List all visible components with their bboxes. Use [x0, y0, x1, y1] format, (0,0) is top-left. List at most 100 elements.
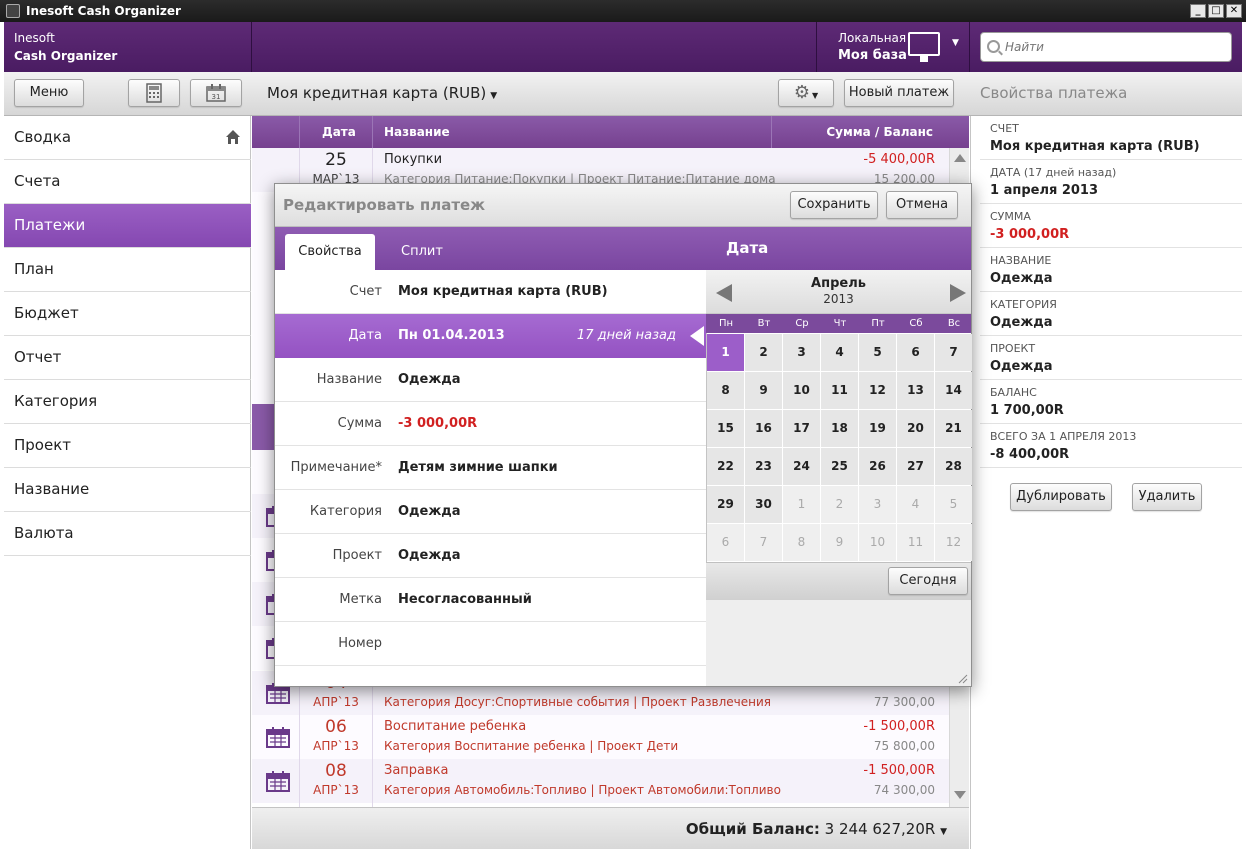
calendar-day[interactable]: 10	[859, 524, 896, 561]
calendar-day[interactable]: 8	[707, 372, 744, 409]
scroll-down-icon[interactable]	[954, 791, 966, 799]
calendar-day[interactable]: 7	[935, 334, 972, 371]
sidebar-item-payments[interactable]: Платежи	[4, 204, 251, 248]
field-note[interactable]: Примечание* Детям зимние шапки	[275, 446, 706, 490]
cancel-button[interactable]: Отмена	[886, 191, 958, 219]
calendar-day[interactable]: 3	[859, 486, 896, 523]
today-button[interactable]: Сегодня	[888, 567, 968, 595]
calendar-day[interactable]: 19	[859, 410, 896, 447]
property-item: ПРОЕКТ Одежда	[980, 336, 1242, 380]
calendar-day[interactable]: 5	[859, 334, 896, 371]
table-row[interactable]: 08 АПР`13 Заправка Категория Автомобиль:…	[252, 759, 949, 803]
calendar-button[interactable]: 31	[190, 79, 242, 107]
calendar-day[interactable]: 6	[707, 524, 744, 561]
close-button[interactable]: ✕	[1226, 4, 1242, 18]
calendar-day[interactable]: 27	[897, 448, 934, 485]
chevron-down-icon[interactable]: ▼	[940, 827, 947, 837]
calendar-day[interactable]: 11	[821, 372, 858, 409]
calendar-day[interactable]: 1	[707, 334, 744, 371]
search-input[interactable]	[1005, 38, 1225, 56]
total-balance-value[interactable]: 3 244 627,20R	[825, 820, 936, 838]
calculator-button[interactable]	[128, 79, 180, 107]
column-amount[interactable]: Сумма / Баланс	[826, 116, 933, 148]
field-tag[interactable]: Метка Несогласованный	[275, 578, 706, 622]
calendar-day[interactable]: 14	[935, 372, 972, 409]
save-button[interactable]: Сохранить	[790, 191, 878, 219]
field-date[interactable]: Дата Пн 01.04.2013 17 дней назад	[275, 314, 706, 358]
next-month-icon[interactable]	[950, 284, 966, 302]
calendar-day[interactable]: 18	[821, 410, 858, 447]
calendar-day[interactable]: 23	[745, 448, 782, 485]
sidebar-item-category[interactable]: Категория	[4, 380, 251, 424]
tab-properties[interactable]: Свойства	[285, 234, 375, 270]
duplicate-button[interactable]: Дублировать	[1010, 483, 1112, 511]
calendar-day[interactable]: 9	[821, 524, 858, 561]
table-row[interactable]: 06 АПР`13 Воспитание ребенка Категория В…	[252, 715, 949, 759]
calendar-day[interactable]: 24	[783, 448, 820, 485]
sidebar-item-plan[interactable]: План	[4, 248, 251, 292]
calendar-day[interactable]: 2	[745, 334, 782, 371]
monitor-icon[interactable]	[908, 32, 940, 62]
calendar-day[interactable]: 25	[821, 448, 858, 485]
new-payment-button[interactable]: Новый платеж	[844, 79, 954, 107]
calendar-day[interactable]: 5	[935, 486, 972, 523]
calendar-day[interactable]: 30	[745, 486, 782, 523]
chevron-down-icon[interactable]: ▼	[952, 38, 959, 48]
maximize-button[interactable]: □	[1208, 4, 1224, 18]
calendar-day[interactable]: 26	[859, 448, 896, 485]
calendar-day[interactable]: 16	[745, 410, 782, 447]
field-number[interactable]: Номер	[275, 622, 706, 666]
calendar-day[interactable]: 28	[935, 448, 972, 485]
calendar-day[interactable]: 10	[783, 372, 820, 409]
calendar-day[interactable]: 7	[745, 524, 782, 561]
calendar-day[interactable]: 15	[707, 410, 744, 447]
calendar-day[interactable]: 21	[935, 410, 972, 447]
calendar-day[interactable]: 4	[821, 334, 858, 371]
minimize-button[interactable]: _	[1190, 4, 1206, 18]
field-amount[interactable]: Сумма -3 000,00R	[275, 402, 706, 446]
home-icon[interactable]	[225, 129, 241, 145]
resize-grip-icon[interactable]	[956, 672, 968, 684]
database-selector[interactable]: Локальная Моя база	[838, 29, 907, 65]
search-box[interactable]	[980, 32, 1232, 62]
calendar-day[interactable]: 29	[707, 486, 744, 523]
calendar-day[interactable]: 9	[745, 372, 782, 409]
settings-button[interactable]: ⚙ ▼	[778, 79, 834, 107]
property-value: Одежда	[990, 271, 1053, 286]
field-category[interactable]: Категория Одежда	[275, 490, 706, 534]
field-project[interactable]: Проект Одежда	[275, 534, 706, 578]
calendar-day[interactable]: 17	[783, 410, 820, 447]
calendar-day[interactable]: 2	[821, 486, 858, 523]
sidebar-item-accounts[interactable]: Счета	[4, 160, 251, 204]
property-value: 1 апреля 2013	[990, 183, 1099, 198]
calendar-day[interactable]: 8	[783, 524, 820, 561]
sidebar-item-budget[interactable]: Бюджет	[4, 292, 251, 336]
sidebar-item-report[interactable]: Отчет	[4, 336, 251, 380]
calendar-day[interactable]: 3	[783, 334, 820, 371]
selected-row-marker	[252, 404, 274, 450]
calendar-day[interactable]: 11	[897, 524, 934, 561]
calendar-day[interactable]: 6	[897, 334, 934, 371]
menu-button[interactable]: Меню	[14, 79, 84, 107]
delete-button[interactable]: Удалить	[1132, 483, 1202, 511]
calendar-day[interactable]: 22	[707, 448, 744, 485]
column-date[interactable]: Дата	[322, 116, 356, 148]
field-account[interactable]: Счет Моя кредитная карта (RUB)	[275, 270, 706, 314]
account-selector[interactable]: Моя кредитная карта (RUB) ▼	[267, 84, 497, 102]
tab-split[interactable]: Сплит	[384, 234, 460, 270]
sidebar-item-name[interactable]: Название	[4, 468, 251, 512]
prev-month-icon[interactable]	[716, 284, 732, 302]
calendar-day[interactable]: 13	[897, 372, 934, 409]
sidebar-item-project[interactable]: Проект	[4, 424, 251, 468]
column-name[interactable]: Название	[384, 116, 450, 148]
chevron-down-icon: ▼	[490, 91, 498, 101]
calendar-day[interactable]: 1	[783, 486, 820, 523]
calendar-day[interactable]: 12	[859, 372, 896, 409]
calendar-day[interactable]: 12	[935, 524, 972, 561]
scroll-up-icon[interactable]	[954, 154, 966, 162]
field-name[interactable]: Название Одежда	[275, 358, 706, 402]
sidebar-item-summary[interactable]: Сводка	[4, 116, 251, 160]
sidebar-item-currency[interactable]: Валюта	[4, 512, 251, 556]
calendar-day[interactable]: 4	[897, 486, 934, 523]
calendar-day[interactable]: 20	[897, 410, 934, 447]
